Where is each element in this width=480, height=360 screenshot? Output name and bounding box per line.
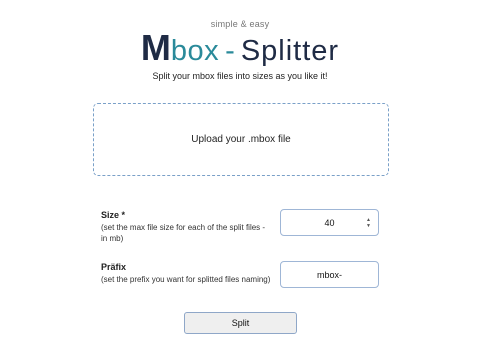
prefix-input[interactable]: mbox- <box>280 261 379 288</box>
logo-box: box <box>170 35 220 67</box>
split-button-label: Split <box>231 318 250 328</box>
size-input[interactable]: 40 ▲ ▼ <box>280 209 379 236</box>
prefix-field-title: Präfix <box>101 262 127 272</box>
upload-dropzone[interactable]: Upload your .mbox file <box>93 103 389 176</box>
upload-label: Upload your .mbox file <box>191 134 291 145</box>
split-button[interactable]: Split <box>184 312 297 334</box>
spinner-down-icon[interactable]: ▼ <box>366 223 371 229</box>
app-logo: Mbox - Splitter <box>0 28 480 76</box>
prefix-input-value: mbox- <box>316 269 342 280</box>
size-field-description: (set the max file size for each of the s… <box>101 223 266 243</box>
number-spinner[interactable]: ▲ ▼ <box>366 217 371 229</box>
size-field-title: Size * <box>101 210 126 220</box>
prefix-field-description: (set the prefix you want for splitted fi… <box>101 275 271 284</box>
subtitle: Split your mbox files into sizes as you … <box>152 71 328 81</box>
logo-splitter: Splitter <box>240 35 340 67</box>
logo-m: M <box>140 27 171 68</box>
logo-separator: - <box>225 35 235 67</box>
size-input-value: 40 <box>324 217 335 228</box>
